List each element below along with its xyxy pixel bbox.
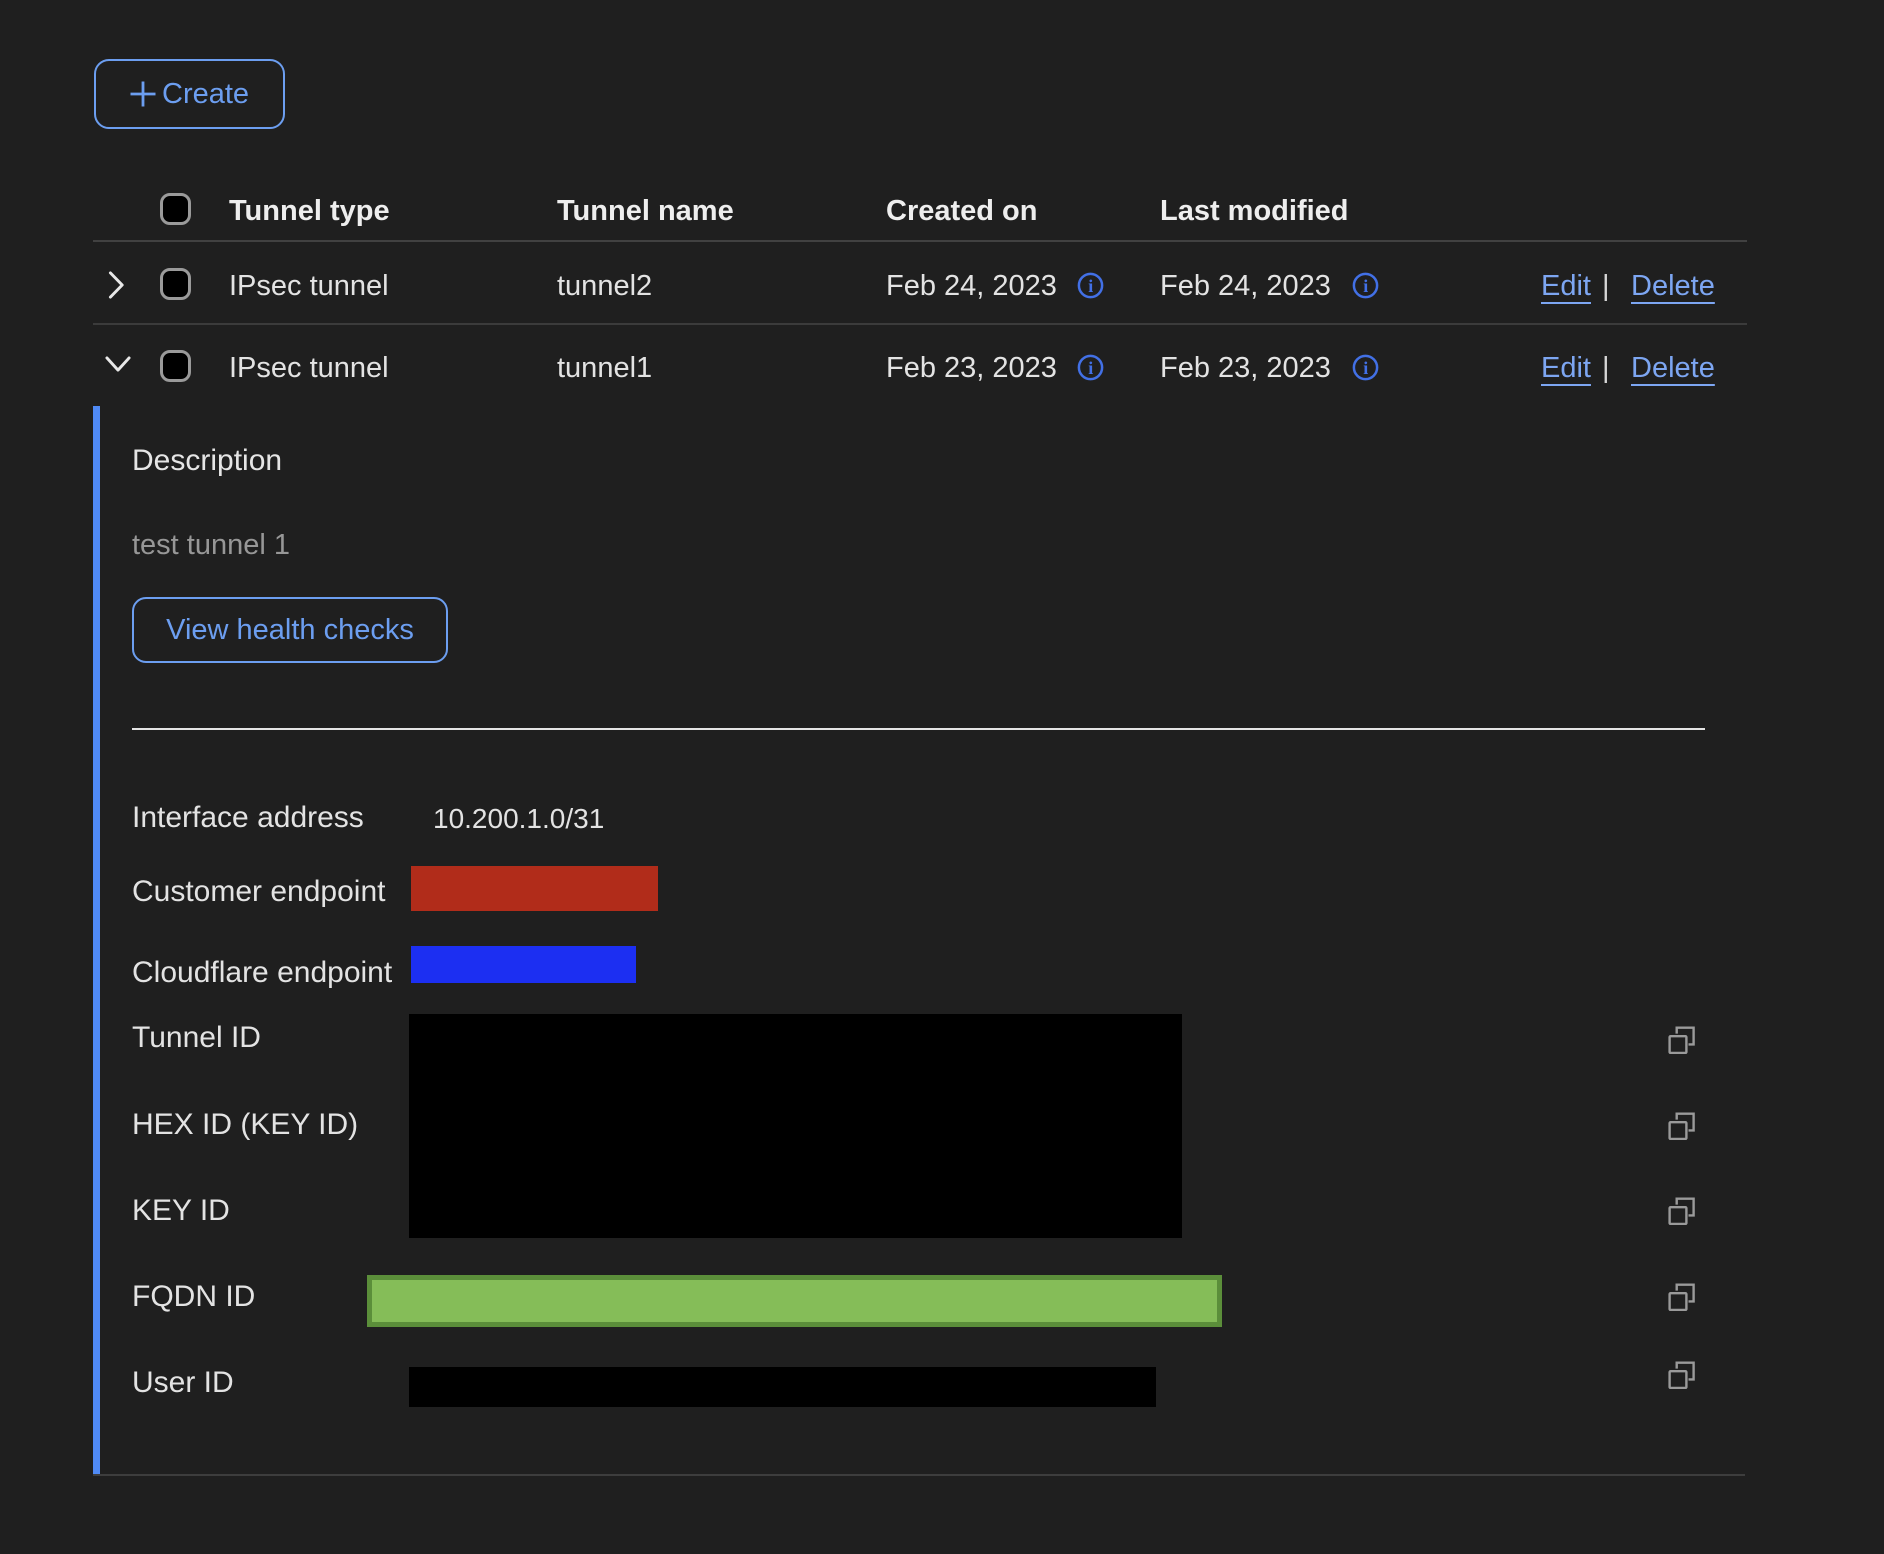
svg-text:i: i	[1363, 358, 1368, 378]
svg-text:i: i	[1363, 276, 1368, 296]
svg-text:i: i	[1088, 358, 1093, 378]
svg-text:i: i	[1088, 276, 1093, 296]
